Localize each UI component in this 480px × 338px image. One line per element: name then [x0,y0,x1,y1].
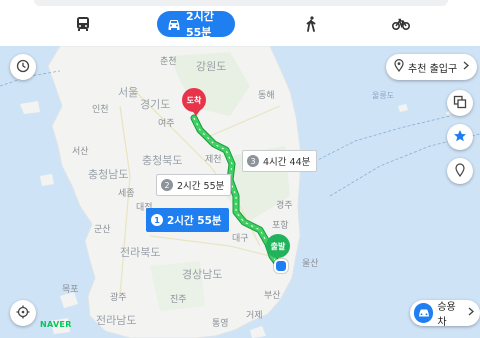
place-tongyeong: 통영 [212,319,229,329]
place-daegu: 대구 [232,234,249,244]
history-button[interactable] [10,54,36,80]
bike-icon [392,18,410,30]
pin-outline-icon [455,162,465,181]
place-jinju: 진주 [170,295,187,305]
clock-icon [16,58,30,77]
place-gangwon: 강원도 [196,60,227,73]
route-number-badge: 2 [161,179,173,191]
destination-pin-tail [191,109,201,116]
place-seoul: 서울 [118,86,139,99]
tab-car[interactable]: 2시간 55분 [157,10,235,39]
place-yeoju: 여주 [158,119,175,129]
route-option-1[interactable]: 1 2시간 55분 [146,208,229,232]
place-sejong: 세종 [118,189,135,199]
location-pin-icon [394,59,404,75]
car-icon [167,18,181,30]
crosshair-icon [16,304,30,323]
layers-button[interactable] [447,90,473,116]
chevron-right-icon [463,61,470,73]
place-chungnam: 충청남도 [88,168,129,181]
place-jeonnam: 전라남도 [96,314,137,327]
recommended-entrance-label: 추천 출입구 [408,63,458,75]
route-number-badge: 3 [247,155,259,167]
layers-icon [453,94,467,113]
place-gyeongnam: 경상남도 [182,268,223,281]
place-chuncheon: 춘천 [160,57,177,67]
current-location-dot [274,259,288,273]
locate-me-button[interactable] [10,300,36,326]
place-seosan: 서산 [72,147,89,157]
place-geoje: 거제 [246,311,263,321]
route-duration: 2시간 55분 [177,181,225,192]
route-number-badge: 1 [151,214,163,226]
tab-walk[interactable] [302,11,320,37]
recommended-entrance-button[interactable]: 추천 출입구 [386,54,478,80]
place-gyeonggi: 경기도 [140,98,171,111]
mode-tabs: 2시간 55분 [0,6,480,44]
place-incheon: 인천 [92,105,109,115]
place-jeonbuk: 전라북도 [120,246,161,259]
place-ulleung: 울릉도 [372,91,395,100]
route-option-3[interactable]: 3 4시간 44분 [242,150,318,172]
route-duration: 2시간 55분 [167,214,222,227]
place-ulsan: 울산 [302,259,319,269]
route-duration: 4시간 44분 [263,157,311,168]
transport-mode-bar: 2시간 55분 [0,0,480,46]
favorites-button[interactable] [447,124,473,150]
map-view[interactable]: 춘천 강원도 서울 경기도 인천 여주 동해 서산 충청북도 제천 충청남도 세… [0,46,480,338]
route-option-2[interactable]: 2 2시간 55분 [156,174,232,196]
place-chungbuk: 충청북도 [142,154,183,167]
place-gyeongju: 경주 [276,201,293,211]
origin-label: 출발 [270,241,286,251]
tab-bike[interactable] [390,11,412,37]
chevron-right-icon [468,307,474,319]
place-pohang: 포항 [272,221,289,231]
bus-icon [76,16,90,32]
place-mokpo: 목포 [62,285,79,295]
star-icon [453,128,467,147]
origin-marker[interactable]: 출발 [266,234,290,258]
place-gwangju: 광주 [110,293,127,303]
walk-icon [306,16,316,32]
car-circle-icon [414,303,434,323]
tab-transit[interactable] [72,11,94,37]
destination-label: 도착 [186,95,202,105]
car-duration: 2시간 55분 [186,10,214,39]
vehicle-type-label: 승용차 [437,302,456,328]
place-busan: 부산 [264,291,281,301]
naver-logo: NAVER [40,320,72,329]
vehicle-type-button[interactable]: 승용차 [410,300,480,328]
save-place-button[interactable] [447,158,473,184]
place-donghae: 동해 [258,91,275,101]
place-gunsan: 군산 [94,225,111,235]
place-jecheon: 제천 [205,155,222,165]
